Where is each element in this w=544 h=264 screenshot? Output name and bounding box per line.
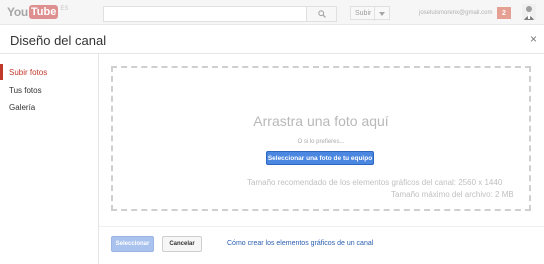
- drop-heading: Arrastra una foto aquí: [253, 113, 389, 129]
- footer-divider: [99, 226, 544, 227]
- help-link[interactable]: Cómo crear los elementos gráficos de un …: [227, 240, 373, 247]
- select-button[interactable]: Seleccionar: [111, 236, 154, 252]
- or-text: O si lo prefieres...: [297, 139, 345, 145]
- sidebar-item-label: Galería: [9, 102, 36, 112]
- cancel-button[interactable]: Cancelar: [162, 236, 202, 252]
- masthead-overlay: [0, 0, 544, 25]
- sidebar-item-label: Subir fotos: [9, 67, 48, 77]
- max-file-size-hint: Tamaño máximo del archivo: 2 MB: [391, 190, 514, 199]
- dialog-sidebar: Subir fotos Tus fotos Galería: [0, 54, 99, 264]
- sidebar-item-gallery[interactable]: Galería: [0, 99, 98, 115]
- dialog-title: Diseño del canal: [10, 33, 107, 48]
- close-icon[interactable]: ×: [530, 33, 537, 45]
- sidebar-item-your-photos[interactable]: Tus fotos: [0, 82, 98, 98]
- select-photo-from-computer-button[interactable]: Seleccionar una foto de tu equipo: [266, 151, 374, 165]
- sidebar-item-label: Tus fotos: [9, 85, 42, 95]
- recommended-size-hint: Tamaño recomendado de los elementos gráf…: [247, 178, 503, 187]
- sidebar-item-upload-photos[interactable]: Subir fotos: [0, 64, 98, 80]
